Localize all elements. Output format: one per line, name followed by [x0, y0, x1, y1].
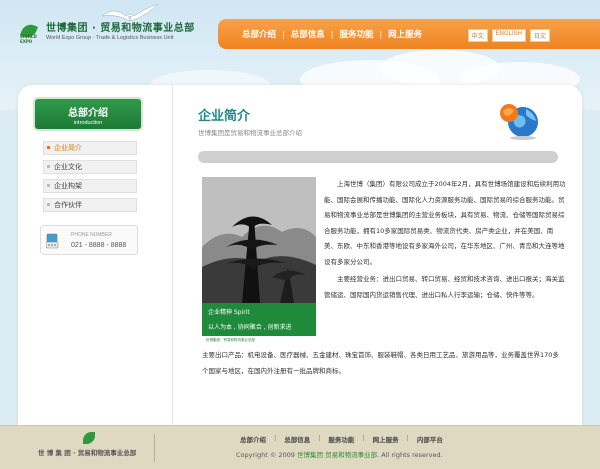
footer-link-info[interactable]: 总部信息 — [276, 434, 318, 444]
main-nav: 总部介绍 | 总部信息 | 服务功能 | 网上服务 中文 ENGLISH 日文 — [218, 19, 600, 49]
phone-label: PHONE NUMBER — [71, 232, 112, 238]
nav-item-about[interactable]: 总部介绍 — [236, 28, 282, 40]
nav-divider: | — [379, 29, 383, 39]
phone-icon — [46, 233, 59, 249]
nav-item-services[interactable]: 服务功能 — [333, 28, 379, 40]
page-subtitle: 世博集团是贸易和物流事业总部介绍 — [198, 129, 302, 137]
lang-japanese-button[interactable]: 日文 — [529, 29, 550, 42]
page-title: 企业简介 — [198, 109, 251, 124]
lang-chinese-button[interactable]: 中文 — [467, 29, 488, 42]
footer-link-online[interactable]: 网上服务 — [365, 434, 407, 444]
poster-spirit-label: 企业精神 Spirit — [208, 309, 250, 316]
copyright-text: Copyright © 2009 世博集团 贸易和物流事业部. All righ… — [236, 449, 443, 459]
nav-divider: | — [330, 29, 334, 39]
landscape-photo — [202, 177, 316, 303]
footer-link-services[interactable]: 服务功能 — [320, 434, 362, 444]
logo-mark-icon: WORLD EXPO — [20, 22, 42, 44]
column-divider — [172, 85, 173, 425]
business-paragraph: 主要经营业务：进出口贸易、转口贸易、经贸和技术咨询、进出口报关；海关监管储运、国… — [324, 275, 565, 299]
poster-brand: 世博集团 · 贸易和物流事业总部 — [206, 338, 255, 342]
lang-english-button[interactable]: ENGLISH — [491, 29, 526, 42]
poster-footer: 世博集团 · 贸易和物流事业总部 — [202, 336, 316, 345]
footer-logo-text: 世 博 集 团 · 贸易和物流事业总部 — [38, 449, 137, 457]
footer-nav: 总部介绍 | 总部信息 | 服务功能 | 网上服务 | 内部平台 — [232, 434, 451, 444]
copyright-suffix: . All rights reserved. — [377, 451, 443, 459]
copyright-prefix: Copyright © 2009 — [236, 451, 295, 459]
sidebar-item-profile[interactable]: 企业简介 — [43, 141, 137, 155]
sidebar-header: 总部介绍 introduction — [33, 97, 143, 131]
footer-link-about[interactable]: 总部介绍 — [232, 434, 274, 444]
intro-article: 上海世博（集团）有限公司成立于2004年2月，具有世博场馆建设和后续利用功能、国… — [324, 177, 566, 303]
footer: 世 博 集 团 · 贸易和物流事业总部 总部介绍 | 总部信息 | 服务功能 |… — [0, 425, 600, 469]
main-panel: 总部介绍 introduction 企业简介 企业文化 企业构架 合作伙伴 PH… — [18, 85, 582, 425]
poster-slogan: 以人为本 , 协同聚合 , 创新求进 — [208, 324, 292, 331]
phone-contact-box: PHONE NUMBER 021 - 8888 - 8888 — [40, 225, 138, 255]
sidebar-item-structure[interactable]: 企业构架 — [43, 179, 137, 193]
copyright-company[interactable]: 世博集团 贸易和物流事业部 — [297, 451, 377, 459]
phone-number: 021 - 8888 - 8888 — [71, 242, 127, 249]
language-switcher: 中文 ENGLISH 日文 — [467, 29, 550, 42]
products-paragraph: 主要出口产品：机电设备、医疗器械、五金建材、珠宝首饰、服装鞋帽、各类日用工艺品、… — [202, 351, 559, 375]
sidebar-subtitle: introduction — [73, 120, 103, 126]
sidebar-item-partners[interactable]: 合作伙伴 — [43, 198, 137, 212]
nav-item-online[interactable]: 网上服务 — [382, 28, 428, 40]
nav-item-info[interactable]: 总部信息 — [285, 28, 331, 40]
logo-subtitle: World Expo Group · Trade & Logistics Bus… — [46, 35, 174, 42]
sidebar-title: 总部介绍 — [68, 108, 108, 119]
section-divider-bar — [198, 151, 558, 163]
nav-divider: | — [282, 29, 285, 39]
footer-link-intranet[interactable]: 内部平台 — [409, 434, 451, 444]
sidebar-item-culture[interactable]: 企业文化 — [43, 160, 137, 174]
corporate-poster-image: 企业精神 Spirit 以人为本 , 协同聚合 , 创新求进 世博集团 · 贸易… — [202, 177, 316, 345]
intro-paragraph: 上海世博（集团）有限公司成立于2004年2月，具有世博场馆建设和后续利用功能、国… — [324, 180, 566, 266]
globe-icon — [500, 104, 538, 140]
logo-title: 世博集团 · 贸易和物流事业总部 — [46, 23, 195, 35]
site-logo[interactable]: WORLD EXPO 世博集团 · 贸易和物流事业总部 World Expo G… — [20, 22, 195, 44]
footer-divider — [154, 434, 155, 462]
footer-logo-icon — [83, 432, 95, 444]
sidebar-menu: 企业简介 企业文化 企业构架 合作伙伴 — [43, 141, 137, 217]
